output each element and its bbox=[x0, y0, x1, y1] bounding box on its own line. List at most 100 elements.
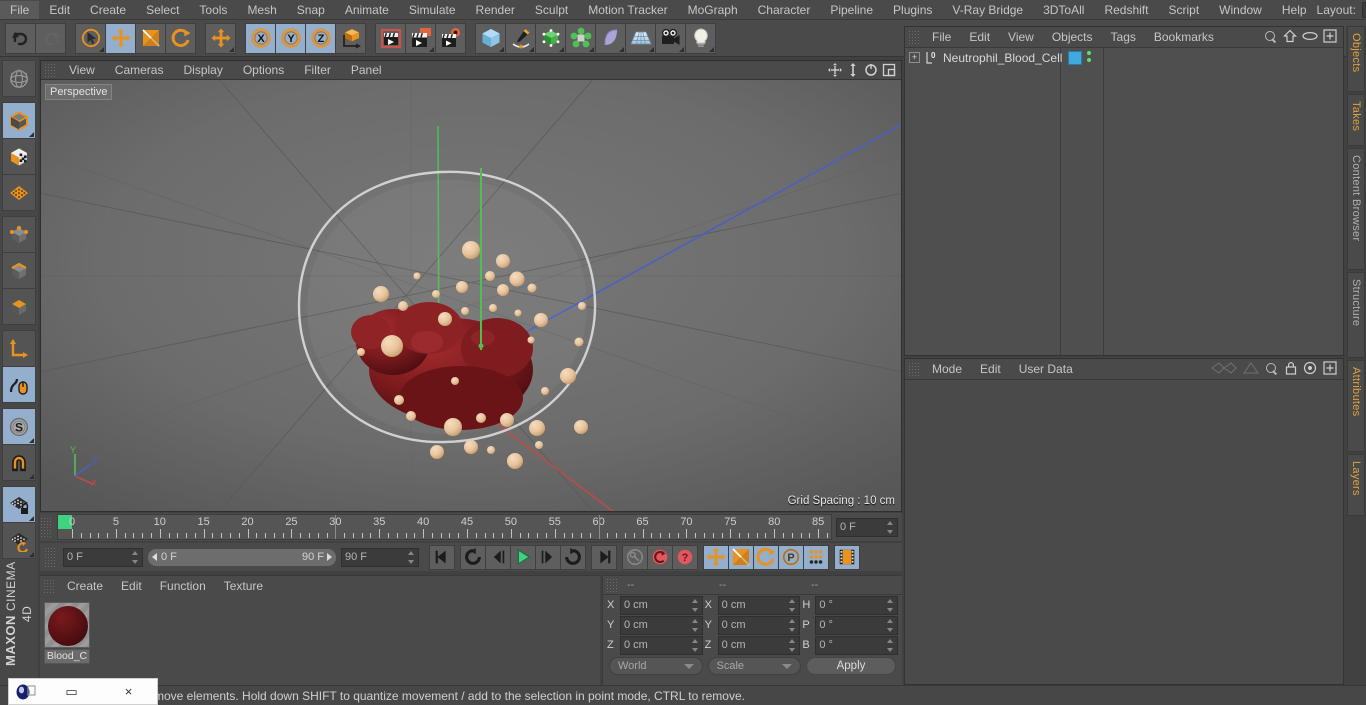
menu-pipeline[interactable]: Pipeline bbox=[820, 1, 883, 19]
end-frame-field[interactable]: 90 F bbox=[341, 547, 419, 567]
menu-motion-tracker[interactable]: Motion Tracker bbox=[578, 1, 677, 19]
viewport-menu-cameras[interactable]: Cameras bbox=[105, 62, 174, 78]
workplane-mode[interactable] bbox=[2, 174, 36, 211]
autokeying-button[interactable] bbox=[647, 544, 673, 570]
go-to-end-button[interactable] bbox=[591, 544, 617, 570]
restore-button[interactable]: ▭ bbox=[43, 684, 100, 700]
search-icon[interactable] bbox=[1265, 362, 1279, 376]
attribute-content-area[interactable] bbox=[905, 380, 1343, 683]
add-cube-object[interactable] bbox=[475, 22, 506, 54]
next-frame-button[interactable] bbox=[535, 544, 561, 570]
size-y-field[interactable]: 0 cm bbox=[717, 615, 801, 635]
texture-mode[interactable] bbox=[2, 138, 36, 175]
object-tag-swatch[interactable] bbox=[1068, 51, 1082, 65]
timeline-ruler[interactable]: 051015202530354045505560657075808590 bbox=[57, 514, 832, 540]
flyout-corner-icon[interactable] bbox=[529, 46, 534, 52]
maximize-icon[interactable] bbox=[881, 63, 897, 78]
flyout-corner-icon[interactable] bbox=[29, 474, 34, 479]
apply-button[interactable]: Apply bbox=[806, 657, 896, 675]
object-tree[interactable]: + 0 Neutrophil_Blood_Cell bbox=[905, 48, 1343, 355]
search-icon[interactable] bbox=[1264, 30, 1278, 44]
vertical-tab-takes[interactable]: Takes bbox=[1347, 94, 1365, 146]
make-editable-tool[interactable] bbox=[2, 60, 36, 97]
panel-grip-icon[interactable] bbox=[606, 578, 617, 592]
add-nurbs-generator[interactable] bbox=[535, 22, 566, 54]
menu-redshift[interactable]: Redshift bbox=[1094, 1, 1158, 19]
stepper-icon[interactable] bbox=[788, 618, 796, 632]
eye-icon[interactable] bbox=[1302, 30, 1318, 44]
panel-grip-icon[interactable] bbox=[44, 63, 55, 77]
go-to-start-button[interactable] bbox=[429, 544, 455, 570]
lock-icon[interactable] bbox=[1285, 361, 1297, 378]
viewport-menu-options[interactable]: Options bbox=[233, 62, 294, 78]
viewport-solo-mode[interactable] bbox=[2, 366, 36, 403]
plus-box-icon[interactable] bbox=[1323, 28, 1337, 46]
undo-button[interactable] bbox=[5, 22, 36, 54]
menu-plugins[interactable]: Plugins bbox=[883, 1, 942, 19]
add-array-generator[interactable] bbox=[565, 22, 596, 54]
scale-tool[interactable] bbox=[135, 22, 166, 54]
play-button[interactable] bbox=[510, 544, 536, 570]
move-tool[interactable] bbox=[105, 22, 136, 54]
menu-3dtoall[interactable]: 3DToAll bbox=[1033, 1, 1094, 19]
rotate-tool[interactable] bbox=[165, 22, 196, 54]
stepper-icon[interactable] bbox=[886, 598, 894, 612]
lock-x-axis[interactable]: X bbox=[245, 22, 276, 54]
material-menu-edit[interactable]: Edit bbox=[112, 577, 151, 595]
magnet-tool[interactable] bbox=[2, 444, 36, 481]
live-selection-tool[interactable] bbox=[75, 22, 106, 54]
material-menu-texture[interactable]: Texture bbox=[215, 577, 272, 595]
attribute-menu-mode[interactable]: Mode bbox=[923, 360, 971, 378]
panel-grip-icon[interactable] bbox=[908, 30, 919, 44]
panel-grip-icon[interactable] bbox=[908, 362, 919, 376]
position-key-toggle[interactable] bbox=[703, 544, 729, 570]
material-menu-function[interactable]: Function bbox=[151, 577, 215, 595]
flyout-corner-icon[interactable] bbox=[559, 46, 564, 52]
rotation-h-field[interactable]: 0 ° bbox=[815, 595, 899, 615]
stepper-icon[interactable] bbox=[886, 638, 894, 652]
redo-button[interactable] bbox=[35, 22, 66, 54]
point-level-animation-toggle[interactable] bbox=[803, 544, 829, 570]
menu-select[interactable]: Select bbox=[136, 1, 189, 19]
attribute-menu-edit[interactable]: Edit bbox=[971, 360, 1010, 378]
viewport-menu-display[interactable]: Display bbox=[173, 62, 232, 78]
render-region-button[interactable] bbox=[405, 22, 436, 54]
menu-window[interactable]: Window bbox=[1209, 1, 1272, 19]
menu-script[interactable]: Script bbox=[1158, 1, 1209, 19]
render-view-button[interactable] bbox=[375, 22, 406, 54]
flyout-corner-icon[interactable] bbox=[679, 46, 684, 52]
panel-grip-icon[interactable] bbox=[40, 517, 51, 537]
coordinate-mode-dropdown[interactable]: Scale bbox=[707, 657, 801, 675]
flyout-corner-icon[interactable] bbox=[29, 438, 34, 443]
edges-mode[interactable] bbox=[2, 252, 36, 289]
previous-frame-button[interactable] bbox=[485, 544, 511, 570]
object-menu-bookmarks[interactable]: Bookmarks bbox=[1145, 28, 1223, 46]
rotation-b-field[interactable]: 0 ° bbox=[815, 635, 899, 655]
stepper-icon[interactable] bbox=[691, 638, 699, 652]
object-row[interactable]: + 0 Neutrophil_Blood_Cell bbox=[905, 48, 1343, 67]
menu-sculpt[interactable]: Sculpt bbox=[525, 1, 578, 19]
start-frame-field[interactable]: 0 F bbox=[63, 547, 143, 567]
flyout-corner-icon[interactable] bbox=[29, 552, 34, 557]
record-active-objects-button[interactable] bbox=[622, 544, 648, 570]
size-x-field[interactable]: 0 cm bbox=[717, 595, 801, 615]
c4d-orb-icon[interactable] bbox=[9, 684, 43, 700]
play-forward-loop-button[interactable] bbox=[560, 544, 586, 570]
menu-v-ray-bridge[interactable]: V-Ray Bridge bbox=[942, 1, 1033, 19]
expand-icon[interactable]: + bbox=[909, 52, 920, 63]
panel-grip-icon[interactable] bbox=[43, 579, 54, 593]
world-object-coordinates[interactable] bbox=[335, 22, 366, 54]
menu-character[interactable]: Character bbox=[748, 1, 821, 19]
parameter-key-toggle[interactable]: P bbox=[778, 544, 804, 570]
plus-box-icon[interactable] bbox=[1323, 360, 1337, 378]
flyout-corner-icon[interactable] bbox=[589, 46, 594, 52]
timeline-button[interactable] bbox=[834, 544, 860, 570]
viewport-menu-panel[interactable]: Panel bbox=[341, 62, 392, 78]
stepper-icon[interactable] bbox=[886, 618, 894, 632]
stepper-icon[interactable] bbox=[788, 638, 796, 652]
vertical-tab-objects[interactable]: Objects bbox=[1347, 26, 1365, 92]
flyout-corner-icon[interactable] bbox=[709, 46, 714, 52]
pan-icon[interactable] bbox=[827, 63, 843, 78]
add-spline[interactable] bbox=[505, 22, 536, 54]
stepper-icon[interactable] bbox=[407, 550, 415, 564]
